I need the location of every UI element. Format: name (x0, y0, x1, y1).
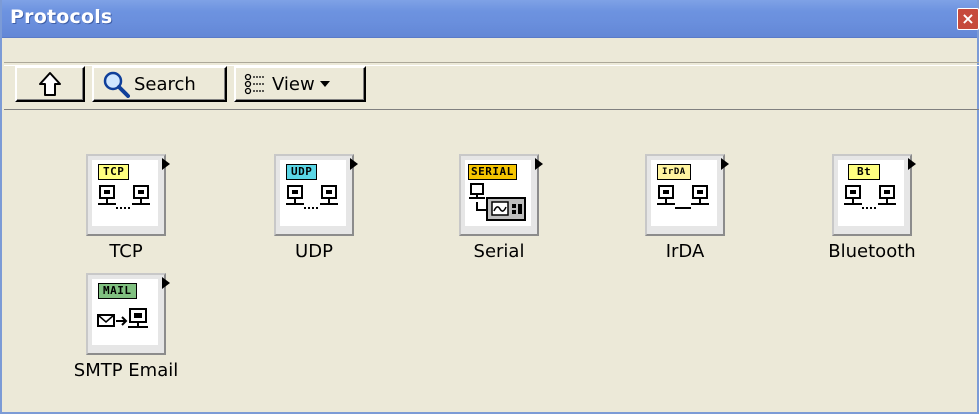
serial-instrument-icon (469, 183, 526, 221)
protocols-window: Protocols × Search View TCP TCP UDP UDP … (0, 0, 979, 414)
window-title: Protocols (10, 6, 113, 28)
submenu-arrow-icon (721, 158, 729, 170)
search-button[interactable]: Search (92, 66, 227, 102)
search-label: Search (134, 73, 196, 95)
up-button[interactable] (15, 66, 85, 102)
smtp-email-icon: MAIL (92, 279, 158, 345)
smtp-email-vi-tile[interactable]: MAIL (86, 273, 170, 355)
up-arrow-icon (39, 72, 61, 96)
udp-icon: UDP (280, 160, 346, 226)
network-computers-icon (657, 185, 709, 209)
view-list-icon (244, 73, 265, 95)
submenu-arrow-icon (162, 158, 170, 170)
serial-vi-tile[interactable]: SERIAL (459, 154, 543, 236)
magnifier-icon (103, 71, 130, 98)
serial-label: Serial (473, 241, 525, 262)
view-button[interactable]: View (234, 66, 366, 102)
smtp-email-label: SMTP Email (73, 360, 179, 381)
tcp-icon: TCP (92, 160, 158, 226)
tcp-vi-tile[interactable]: TCP (86, 154, 170, 236)
dropdown-arrow-icon (319, 81, 330, 87)
udp-vi-tile[interactable]: UDP (274, 154, 358, 236)
title-bar[interactable]: Protocols × (2, 0, 979, 38)
udp-label: UDP (295, 241, 333, 262)
irda-icon: IrDA (651, 160, 717, 226)
submenu-arrow-icon (535, 158, 543, 170)
bluetooth-icon: Bt (838, 160, 904, 226)
serial-icon: SERIAL (465, 160, 531, 226)
network-computers-icon (844, 185, 896, 209)
close-icon[interactable]: × (957, 8, 979, 30)
submenu-arrow-icon (162, 277, 170, 289)
irda-vi-tile[interactable]: IrDA (645, 154, 729, 236)
network-computers-icon (286, 185, 338, 209)
bluetooth-label: Bluetooth (828, 241, 916, 262)
tcp-label: TCP (109, 241, 143, 262)
mail-to-computer-icon (97, 308, 148, 328)
submenu-arrow-icon (350, 158, 358, 170)
network-computers-icon (98, 185, 150, 209)
palette-panel: TCP TCP UDP UDP SERIAL Serial IrDA IrDA … (4, 109, 979, 413)
submenu-arrow-icon (908, 158, 916, 170)
irda-label: IrDA (665, 241, 705, 262)
view-label: View (272, 73, 315, 95)
bluetooth-vi-tile[interactable]: Bt (832, 154, 916, 236)
